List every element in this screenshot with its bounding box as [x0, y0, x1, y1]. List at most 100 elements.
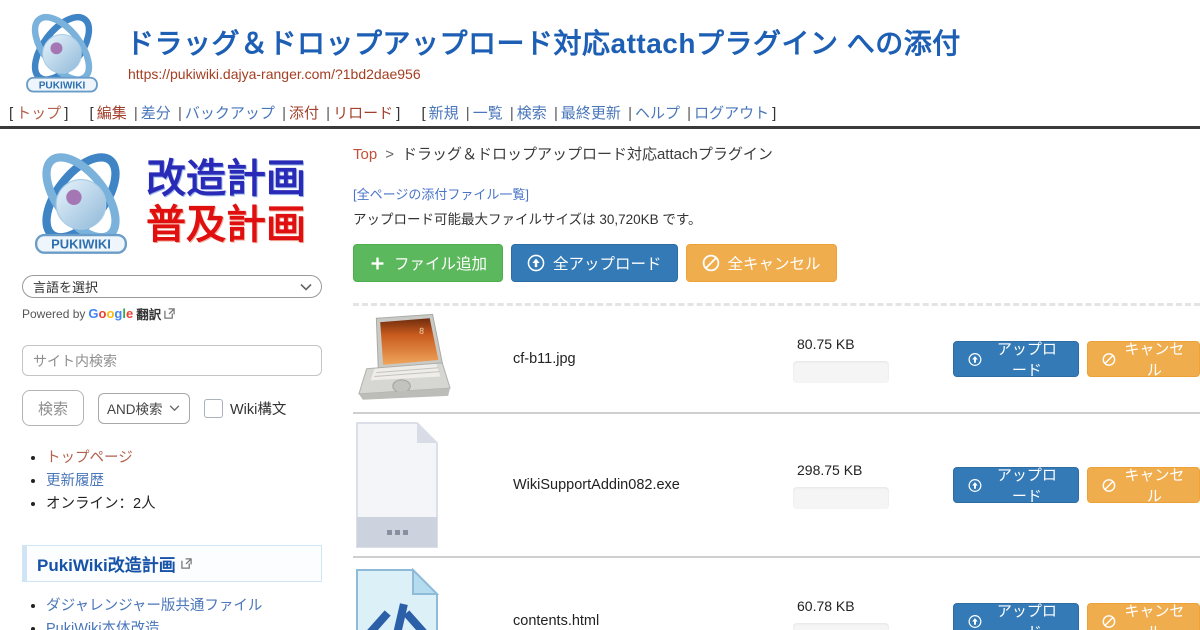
bracket: [: [90, 105, 94, 122]
generic-file-icon: [355, 421, 439, 549]
language-select-value: 言語を選択: [33, 277, 98, 296]
chevron-down-icon: [169, 405, 180, 412]
add-files-button[interactable]: ファイル追加: [353, 244, 503, 282]
upload-icon: [968, 613, 982, 630]
sidebar-site-logo[interactable]: 改造計画 普及計画: [22, 143, 331, 261]
pukiwiki-logo-icon[interactable]: [16, 6, 108, 103]
cancel-label: キャンセル: [1124, 338, 1185, 380]
nav-edit[interactable]: 編集: [97, 105, 127, 122]
file-size: 60.78 KB: [793, 598, 953, 614]
file-row: contents.html 60.78 KB アップロード キャンセル: [353, 556, 1200, 630]
breadcrumb: Top>ドラッグ＆ドロップアップロード対応attachプラグイン: [353, 143, 1200, 164]
bracket: [: [421, 105, 425, 122]
file-row: cf-b11.jpg 80.75 KB アップロード キャンセル: [353, 306, 1200, 412]
cancel-label: キャンセル: [1124, 464, 1185, 506]
upload-button[interactable]: アップロード: [953, 467, 1079, 503]
nav-new[interactable]: 新規: [429, 105, 459, 122]
online-count: オンライン：2人: [46, 496, 156, 512]
add-files-label: ファイル追加: [394, 252, 487, 274]
upload-all-label: 全アップロード: [553, 252, 662, 274]
cancel-button[interactable]: キャンセル: [1087, 603, 1200, 630]
main-content: Top>ドラッグ＆ドロップアップロード対応attachプラグイン [全ページの添…: [345, 129, 1200, 630]
bracket: ]: [772, 105, 776, 122]
ban-icon: [1102, 351, 1116, 368]
upload-icon: [527, 254, 545, 272]
google-logo: Google: [88, 306, 133, 321]
sidebar-links-primary: トップページ 更新履歴 オンライン：2人: [46, 448, 331, 515]
sidebar-link-top-page[interactable]: トップページ: [46, 450, 133, 466]
pukiwiki-kaizou-link[interactable]: PukiWiki改造計画: [37, 551, 176, 576]
wiki-syntax-label: Wiki構文: [230, 398, 286, 419]
upload-progress-bar: [793, 487, 889, 509]
plus-icon: [369, 255, 386, 272]
nav-list[interactable]: 一覧: [473, 105, 503, 122]
translate-link[interactable]: 翻訳: [136, 304, 161, 323]
list-item: オンライン：2人: [46, 494, 331, 515]
page-title: ドラッグ＆ドロップアップロード対応attachプラグイン への添付: [126, 22, 961, 62]
search-mode-value: AND検索: [107, 398, 163, 418]
cancel-all-label: 全キャンセル: [728, 252, 821, 274]
separator: |: [134, 105, 138, 122]
page-url[interactable]: https://pukiwiki.dajya-ranger.com/?1bd2d…: [128, 66, 421, 82]
nav-backup[interactable]: バックアップ: [185, 105, 275, 122]
search-mode-select[interactable]: AND検索: [98, 393, 190, 424]
language-select[interactable]: 言語を選択: [22, 275, 322, 298]
upload-button[interactable]: アップロード: [953, 341, 1079, 377]
nav-search[interactable]: 検索: [517, 105, 547, 122]
powered-by-label: Powered by: [22, 307, 85, 321]
upload-icon: [968, 351, 982, 368]
all-attachments-link[interactable]: [全ページの添付ファイル一覧]: [353, 184, 529, 203]
nav-recent[interactable]: 最終更新: [561, 105, 621, 122]
upload-progress-bar: [793, 623, 889, 630]
cancel-all-button[interactable]: 全キャンセル: [686, 244, 837, 282]
list-item: 更新履歴: [46, 471, 331, 492]
wiki-syntax-option: Wiki構文: [204, 398, 286, 419]
external-link-icon: [164, 308, 175, 319]
separator: |: [510, 105, 514, 122]
nav-reload[interactable]: リロード: [333, 105, 393, 122]
max-upload-size-text: アップロード可能最大ファイルサイズは 30,720KB です。: [353, 208, 1200, 228]
list-item: ダジャレンジャー版共通ファイル: [46, 596, 331, 617]
nav-logout[interactable]: ログアウト: [694, 105, 769, 122]
nav-diff[interactable]: 差分: [141, 105, 171, 122]
google-translate-credit: Powered by Google 翻訳: [22, 304, 331, 323]
upload-label: アップロード: [990, 338, 1064, 380]
upload-all-button[interactable]: 全アップロード: [511, 244, 678, 282]
cancel-button[interactable]: キャンセル: [1087, 341, 1200, 377]
separator: |: [628, 105, 632, 122]
wiki-syntax-checkbox[interactable]: [204, 399, 223, 418]
ban-icon: [702, 254, 720, 272]
sidebar-link-core-mod[interactable]: PukiWiki本体改造: [46, 621, 160, 630]
separator: |: [687, 105, 691, 122]
breadcrumb-home-link[interactable]: Top: [353, 146, 377, 163]
bracket: ]: [64, 105, 68, 122]
bracket: ]: [396, 105, 400, 122]
file-size: 80.75 KB: [793, 336, 953, 352]
upload-label: アップロード: [990, 600, 1064, 630]
ban-icon: [1102, 613, 1116, 630]
upload-file-list: cf-b11.jpg 80.75 KB アップロード キャンセル: [353, 303, 1200, 630]
sidebar-section-box: PukiWiki改造計画: [22, 545, 322, 582]
file-row: WikiSupportAddin082.exe 298.75 KB アップロード…: [353, 412, 1200, 556]
nav-top[interactable]: トップ: [16, 105, 61, 122]
upload-icon: [968, 477, 982, 494]
cancel-button[interactable]: キャンセル: [1087, 467, 1200, 503]
file-name: cf-b11.jpg: [463, 351, 793, 367]
search-button[interactable]: 検索: [22, 390, 84, 426]
upload-button[interactable]: アップロード: [953, 603, 1079, 630]
sidebar-link-common-files[interactable]: ダジャレンジャー版共通ファイル: [46, 598, 262, 614]
nav-attach[interactable]: 添付: [289, 105, 319, 122]
sidebar-links-secondary: ダジャレンジャー版共通ファイル PukiWiki本体改造 PukiWikiテキス…: [46, 596, 331, 630]
file-size: 298.75 KB: [793, 462, 953, 478]
site-logo-text: 改造計画 普及計画: [146, 156, 306, 248]
nav-help[interactable]: ヘルプ: [635, 105, 680, 122]
sidebar-link-update-history[interactable]: 更新履歴: [46, 473, 104, 489]
upload-label: アップロード: [990, 464, 1064, 506]
logo-line2: 普及計画: [146, 202, 306, 248]
list-item: トップページ: [46, 448, 331, 469]
separator: |: [554, 105, 558, 122]
upload-progress-bar: [793, 361, 889, 383]
site-search-input[interactable]: [22, 345, 322, 376]
separator: |: [466, 105, 470, 122]
sidebar: 改造計画 普及計画 言語を選択 Powered by Google 翻訳 検索 …: [0, 129, 345, 630]
